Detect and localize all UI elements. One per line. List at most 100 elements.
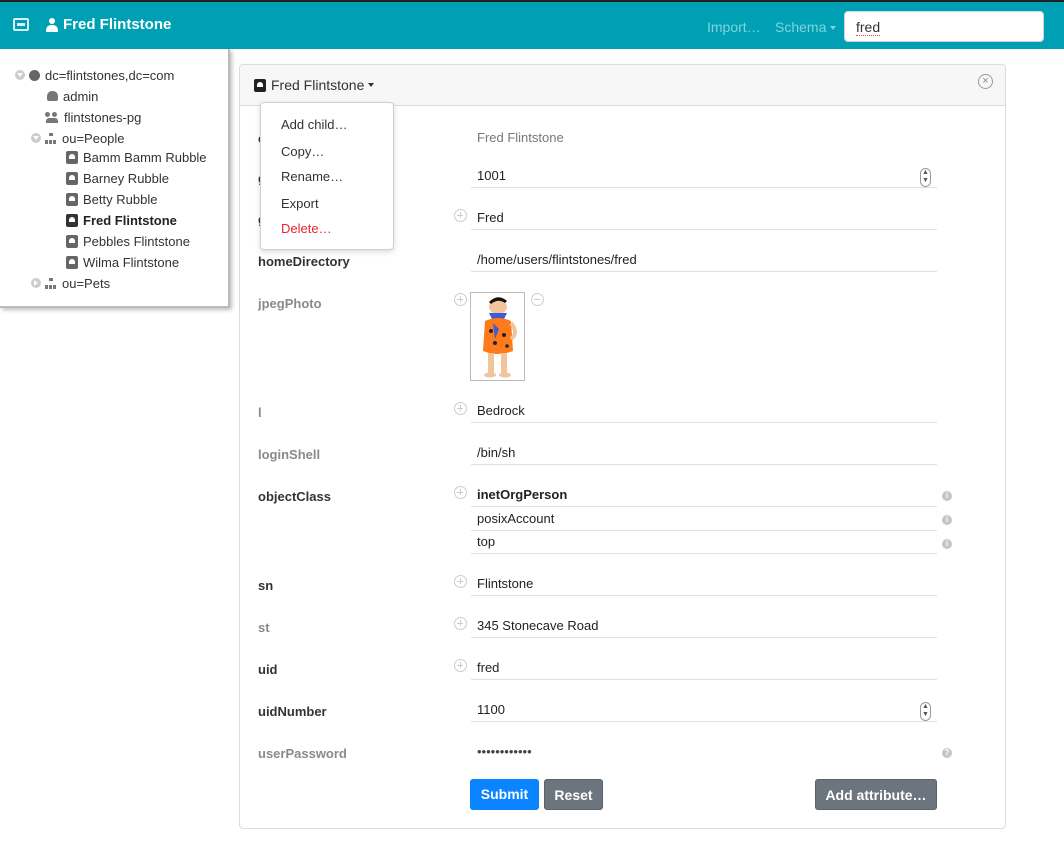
field-homeDirectory[interactable]: /home/users/flintstones/fred bbox=[471, 250, 937, 272]
tree-item-bamm-bamm-rubble[interactable]: Bamm Bamm Rubble bbox=[66, 147, 207, 167]
field-st[interactable]: 345 Stonecave Road bbox=[471, 616, 937, 638]
address-card-icon bbox=[66, 234, 78, 248]
address-card-icon bbox=[66, 255, 78, 269]
nav-brand[interactable]: Fred Flintstone bbox=[46, 16, 171, 33]
navbar: Fred Flintstone Import… Schema fred bbox=[0, 2, 1064, 49]
label-uidNumber: uidNumber bbox=[258, 704, 327, 719]
info-icon[interactable]: i bbox=[942, 491, 952, 501]
tree-item-wilma-flintstone[interactable]: Wilma Flintstone bbox=[66, 252, 179, 272]
menu-export[interactable]: Export bbox=[281, 196, 319, 211]
info-icon[interactable]: i bbox=[942, 539, 952, 549]
org-icon bbox=[45, 132, 57, 144]
field-gidNumber[interactable]: 1001 ▲ ▼ bbox=[471, 166, 937, 188]
label-sn: sn bbox=[258, 578, 274, 593]
label-uid: uid bbox=[258, 662, 278, 677]
caret-down-icon bbox=[830, 26, 837, 31]
submit-button[interactable]: Submit bbox=[470, 779, 539, 810]
tree-item-label: ou=People bbox=[62, 130, 125, 146]
label-homeDirectory: homeDirectory bbox=[258, 254, 350, 269]
add-value-icon[interactable] bbox=[454, 209, 467, 222]
org-icon bbox=[45, 277, 57, 289]
menu-rename[interactable]: Rename… bbox=[281, 169, 343, 184]
entry-actions-menu: Add child… Copy… Rename… Export Delete… bbox=[260, 102, 394, 250]
jpeg-photo-image[interactable] bbox=[470, 292, 525, 381]
tree-item-admin[interactable]: admin bbox=[47, 86, 98, 106]
android-icon bbox=[47, 91, 58, 101]
globe-icon bbox=[29, 69, 40, 81]
address-card-icon bbox=[66, 213, 78, 227]
tree-root[interactable]: dc=flintstones,dc=com bbox=[15, 65, 174, 85]
add-attribute-button[interactable]: Add attribute… bbox=[815, 779, 937, 810]
entry-header: Fred Flintstone × bbox=[240, 65, 1005, 106]
sidebar-toggle-icon[interactable] bbox=[13, 18, 29, 31]
tree-item-label: Wilma Flintstone bbox=[83, 254, 180, 270]
add-value-icon[interactable] bbox=[454, 575, 467, 588]
label-l: l bbox=[258, 405, 262, 420]
search-value: fred bbox=[856, 19, 881, 36]
tree-item-people[interactable]: ou=People bbox=[31, 128, 125, 148]
tree-item-betty-rubble[interactable]: Betty Rubble bbox=[66, 189, 157, 209]
add-value-icon[interactable] bbox=[454, 402, 467, 415]
tree-root-label: dc=flintstones,dc=com bbox=[45, 67, 175, 83]
menu-delete[interactable]: Delete… bbox=[281, 221, 332, 236]
brand-label: Fred Flintstone bbox=[63, 16, 172, 33]
address-card-icon bbox=[66, 171, 78, 185]
tree-item-label: Bamm Bamm Rubble bbox=[83, 149, 207, 165]
tree-item-barney-rubble[interactable]: Barney Rubble bbox=[66, 168, 169, 188]
field-sn[interactable]: Flintstone bbox=[471, 574, 937, 596]
add-value-icon[interactable] bbox=[454, 617, 467, 630]
field-loginShell[interactable]: /bin/sh bbox=[471, 443, 937, 465]
directory-tree: dc=flintstones,dc=com admin flintstones-… bbox=[0, 49, 230, 308]
field-uid[interactable]: fred bbox=[471, 658, 937, 680]
tree-item-label: Barney Rubble bbox=[83, 170, 169, 186]
tree-item-pebbles-flintstone[interactable]: Pebbles Flintstone bbox=[66, 231, 190, 251]
entry-menu-toggle[interactable]: Fred Flintstone bbox=[254, 77, 375, 93]
number-spinner[interactable]: ▲ ▼ bbox=[920, 702, 931, 721]
add-value-icon[interactable] bbox=[454, 486, 467, 499]
field-objectClass-0[interactable]: inetOrgPerson bbox=[471, 485, 937, 507]
label-objectClass: objectClass bbox=[258, 489, 331, 504]
field-objectClass-2[interactable]: top bbox=[471, 532, 937, 554]
tree-item-label: Fred Flintstone bbox=[83, 212, 177, 228]
number-spinner[interactable]: ▲ ▼ bbox=[920, 168, 931, 187]
label-loginShell: loginShell bbox=[258, 447, 321, 462]
tree-item-label: Pebbles Flintstone bbox=[83, 233, 190, 249]
tree-item-pets[interactable]: ou=Pets bbox=[31, 273, 110, 293]
menu-copy[interactable]: Copy… bbox=[281, 144, 324, 159]
group-icon bbox=[45, 111, 59, 123]
tree-item-label: flintstones-pg bbox=[64, 109, 142, 125]
field-l[interactable]: Bedrock bbox=[471, 401, 937, 423]
label-userPassword: userPassword bbox=[258, 746, 347, 761]
label-jpegPhoto: jpegPhoto bbox=[258, 296, 322, 311]
field-uidNumber[interactable]: 1100 ▲ ▼ bbox=[471, 700, 937, 722]
search-input[interactable]: fred bbox=[844, 11, 1044, 42]
schema-dropdown[interactable]: Schema bbox=[775, 19, 837, 35]
address-card-icon bbox=[66, 192, 78, 206]
field-value: 1001 bbox=[477, 168, 506, 183]
address-card-icon bbox=[254, 78, 266, 92]
field-value: 1100 bbox=[477, 702, 505, 717]
collapse-icon[interactable] bbox=[31, 133, 41, 143]
field-objectClass-1[interactable]: posixAccount bbox=[471, 509, 937, 531]
caret-down-icon bbox=[368, 83, 375, 87]
tree-item-fred-flintstone[interactable]: Fred Flintstone bbox=[66, 210, 177, 230]
field-userPassword[interactable]: •••••••••••• bbox=[471, 742, 937, 764]
help-icon[interactable]: ? bbox=[942, 748, 952, 758]
expand-icon[interactable] bbox=[31, 278, 41, 288]
schema-label: Schema bbox=[775, 19, 827, 35]
tree-item-label: Betty Rubble bbox=[83, 191, 158, 207]
collapse-icon[interactable] bbox=[15, 70, 25, 80]
tree-item-label: admin bbox=[63, 88, 99, 104]
import-link[interactable]: Import… bbox=[707, 19, 761, 35]
add-value-icon[interactable] bbox=[454, 293, 467, 306]
add-value-icon[interactable] bbox=[454, 659, 467, 672]
label-st: st bbox=[258, 620, 270, 635]
reset-button[interactable]: Reset bbox=[544, 779, 603, 810]
user-icon bbox=[46, 17, 58, 32]
remove-value-icon[interactable] bbox=[531, 293, 544, 306]
field-givenName[interactable]: Fred bbox=[471, 208, 937, 230]
menu-add-child[interactable]: Add child… bbox=[281, 117, 347, 132]
close-icon[interactable]: × bbox=[978, 74, 993, 89]
tree-item-flintstones-pg[interactable]: flintstones-pg bbox=[45, 107, 141, 127]
info-icon[interactable]: i bbox=[942, 515, 952, 525]
